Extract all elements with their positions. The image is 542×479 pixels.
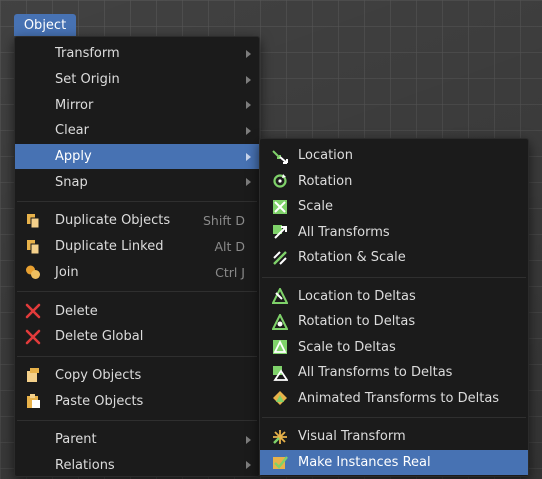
apply-submenu: Location Rotation Scale All Transforms R… <box>259 138 529 477</box>
menu-item-label: Location <box>298 148 353 164</box>
apply-item-scale[interactable]: Scale <box>260 194 528 220</box>
apply-item-make-instances-real[interactable]: Make Instances Real <box>260 449 528 475</box>
apply-item-location-to-deltas[interactable]: Location to Deltas <box>260 284 528 310</box>
delete-icon <box>25 303 41 319</box>
apply-item-rotation-scale[interactable]: Rotation & Scale <box>260 245 528 271</box>
submenu-arrow-icon <box>246 461 251 470</box>
menu-item-paste-objects[interactable]: Paste Objects <box>15 388 259 414</box>
shortcut-label: Ctrl J <box>215 264 245 280</box>
paste-icon <box>27 394 40 409</box>
location-deltas-icon <box>272 288 288 305</box>
all-transforms-deltas-icon <box>273 365 288 381</box>
submenu-arrow-icon <box>246 101 251 110</box>
make-instances-real-icon <box>273 456 288 470</box>
duplicate-linked-icon <box>27 239 40 255</box>
visual-transform-icon <box>273 429 287 444</box>
menu-item-label: Set Origin <box>55 72 120 88</box>
menu-item-label: Transform <box>55 46 120 62</box>
apply-item-visual-transform[interactable]: Visual Transform <box>260 424 528 450</box>
menu-item-label: Duplicate Objects <box>55 213 171 229</box>
menu-separator <box>17 201 257 203</box>
apply-item-location[interactable]: Location <box>260 143 528 169</box>
menu-separator <box>17 291 257 293</box>
menu-item-label: Rotation & Scale <box>298 250 406 266</box>
menu-item-apply[interactable]: Apply <box>15 143 259 170</box>
menu-item-label: Relations <box>55 457 115 473</box>
duplicate-icon <box>27 213 40 229</box>
menu-item-label: Scale <box>298 199 333 215</box>
menu-separator <box>17 419 257 421</box>
object-menu: Transform Set Origin Mirror Clear Apply … <box>14 36 260 477</box>
join-icon <box>26 265 40 280</box>
menu-item-label: Clear <box>55 123 89 139</box>
menu-item-join[interactable]: Join Ctrl J <box>15 260 259 286</box>
menu-item-label: Snap <box>55 174 88 190</box>
menu-item-label: Scale to Deltas <box>298 339 396 355</box>
menu-item-label: Rotation to Deltas <box>298 314 416 330</box>
all-transforms-icon <box>273 225 287 239</box>
menu-item-clear[interactable]: Clear <box>15 118 259 144</box>
apply-item-rotation[interactable]: Rotation <box>260 169 528 195</box>
menu-item-transform[interactable]: Transform <box>15 41 259 67</box>
submenu-arrow-icon <box>246 152 251 161</box>
submenu-arrow-icon <box>246 178 251 187</box>
menu-item-snap[interactable]: Snap <box>15 169 259 195</box>
submenu-arrow-icon <box>246 75 251 84</box>
apply-item-all-transforms-to-deltas[interactable]: All Transforms to Deltas <box>260 360 528 386</box>
menu-item-label: Animated Transforms to Deltas <box>298 390 500 406</box>
apply-item-scale-to-deltas[interactable]: Scale to Deltas <box>260 335 528 361</box>
menu-item-label: Join <box>55 264 79 280</box>
rotation-deltas-icon <box>272 313 288 330</box>
menu-item-label: Paste Objects <box>55 393 144 409</box>
menu-item-label: All Transforms <box>298 224 390 240</box>
scale-deltas-icon <box>273 340 287 355</box>
apply-item-rotation-to-deltas[interactable]: Rotation to Deltas <box>260 309 528 335</box>
shortcut-label: Shift D <box>202 213 245 229</box>
menu-item-copy-objects[interactable]: Copy Objects <box>15 363 259 389</box>
menu-item-label: Mirror <box>55 97 94 113</box>
menubar-object[interactable]: Object <box>14 14 76 36</box>
menu-item-label: Delete Global <box>55 329 144 345</box>
menu-item-mirror[interactable]: Mirror <box>15 92 259 118</box>
submenu-arrow-icon <box>246 126 251 135</box>
rotation-icon <box>273 174 287 188</box>
menu-item-set-origin[interactable]: Set Origin <box>15 67 259 93</box>
menu-item-label: Parent <box>55 432 97 448</box>
menu-item-relations[interactable]: Relations <box>15 453 259 479</box>
menu-separator <box>262 417 526 418</box>
menu-item-label: All Transforms to Deltas <box>298 365 453 381</box>
rotation-scale-icon <box>273 250 287 265</box>
submenu-arrow-icon <box>246 49 251 58</box>
menu-separator <box>262 276 526 278</box>
menu-item-label: Rotation <box>298 173 353 189</box>
copy-icon <box>27 368 39 383</box>
menu-item-delete-global[interactable]: Delete Global <box>15 324 259 350</box>
location-icon <box>272 150 288 164</box>
menu-item-label: Duplicate Linked <box>55 239 164 255</box>
scale-icon <box>273 199 287 214</box>
menu-item-label: Delete <box>55 303 98 319</box>
menu-item-label: Visual Transform <box>298 429 406 445</box>
menu-item-duplicate-objects[interactable]: Duplicate Objects Shift D <box>15 208 259 234</box>
apply-item-all-transforms[interactable]: All Transforms <box>260 220 528 246</box>
animated-transforms-icon <box>273 391 287 406</box>
menu-separator <box>17 355 257 357</box>
menu-item-parent[interactable]: Parent <box>15 427 259 453</box>
shortcut-label: Alt D <box>214 239 245 255</box>
menu-item-label: Apply <box>55 149 92 165</box>
menu-item-label: Make Instances Real <box>298 454 431 470</box>
menu-item-label: Location to Deltas <box>298 288 416 304</box>
menu-item-delete[interactable]: Delete <box>15 298 259 324</box>
menu-item-duplicate-linked[interactable]: Duplicate Linked Alt D <box>15 234 259 260</box>
menu-item-label: Copy Objects <box>55 367 142 383</box>
delete-global-icon <box>25 329 41 345</box>
apply-item-animated-transforms-to-deltas[interactable]: Animated Transforms to Deltas <box>260 386 528 412</box>
submenu-arrow-icon <box>246 435 251 444</box>
